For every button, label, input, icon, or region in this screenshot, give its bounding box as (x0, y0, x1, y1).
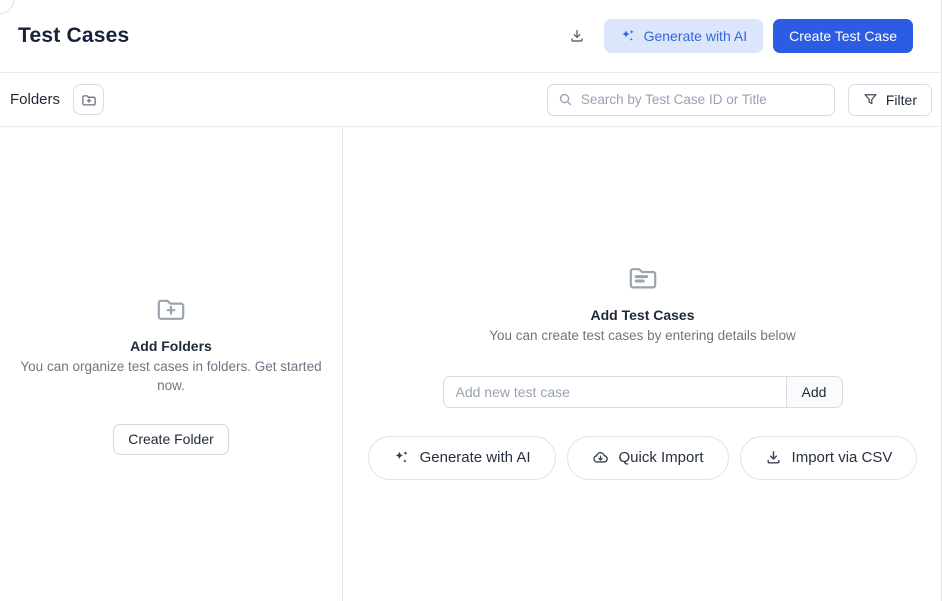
search-input[interactable] (580, 92, 824, 107)
add-folders-title: Add Folders (130, 338, 212, 354)
export-download-button[interactable] (559, 19, 594, 53)
download-icon (569, 28, 585, 44)
toolbar: Folders Filter (0, 73, 942, 127)
download-icon (765, 449, 782, 466)
add-test-cases-title: Add Test Cases (590, 307, 695, 323)
import-via-csv-label: Import via CSV (791, 449, 893, 467)
folders-panel: Add Folders You can organize test cases … (0, 127, 343, 601)
folder-list-icon (627, 262, 659, 294)
test-cases-panel: Add Test Cases You can create test cases… (343, 127, 942, 601)
add-test-cases-description: You can create test cases by entering de… (489, 328, 796, 343)
folder-plus-icon (155, 293, 187, 325)
search-icon (558, 92, 573, 107)
add-button-label: Add (801, 383, 827, 400)
header-actions: Generate with AI Create Test Case (559, 19, 913, 53)
generate-with-ai-pill-label: Generate with AI (419, 449, 531, 467)
folder-plus-icon (81, 92, 97, 108)
generate-with-ai-button-header[interactable]: Generate with AI (603, 19, 764, 53)
add-test-case-row: Add (442, 375, 843, 408)
cloud-import-icon (592, 449, 609, 466)
create-folder-label: Create Folder (128, 431, 214, 448)
add-folders-description: You can organize test cases in folders. … (20, 359, 322, 393)
main-content: Add Folders You can organize test cases … (0, 127, 942, 601)
quick-import-button[interactable]: Quick Import (566, 435, 729, 480)
header: Test Cases Generate with AI Create Test … (0, 0, 942, 73)
filter-label: Filter (885, 91, 917, 108)
generate-with-ai-button[interactable]: Generate with AI (367, 435, 556, 480)
folders-label: Folders (10, 91, 61, 108)
quick-import-label: Quick Import (618, 449, 704, 467)
add-test-case-input[interactable] (443, 376, 786, 407)
folders-group: Folders (10, 84, 105, 115)
toolbar-right: Filter (546, 83, 932, 116)
create-test-case-label: Create Test Case (789, 28, 897, 44)
import-via-csv-button[interactable]: Import via CSV (739, 435, 918, 480)
search-box (546, 83, 835, 116)
generate-with-ai-label: Generate with AI (643, 28, 748, 44)
create-folder-icon-button[interactable] (73, 84, 105, 115)
page-title: Test Cases (18, 24, 130, 47)
filter-funnel-icon (863, 92, 878, 107)
create-folder-button[interactable]: Create Folder (113, 423, 229, 455)
create-test-case-button[interactable]: Create Test Case (773, 19, 913, 53)
sparkles-icon (393, 449, 410, 466)
add-test-case-button[interactable]: Add (785, 376, 842, 407)
import-actions-row: Generate with AI Quick Import Import via… (367, 435, 918, 480)
filter-button[interactable]: Filter (847, 83, 932, 116)
sparkles-icon (620, 28, 636, 44)
